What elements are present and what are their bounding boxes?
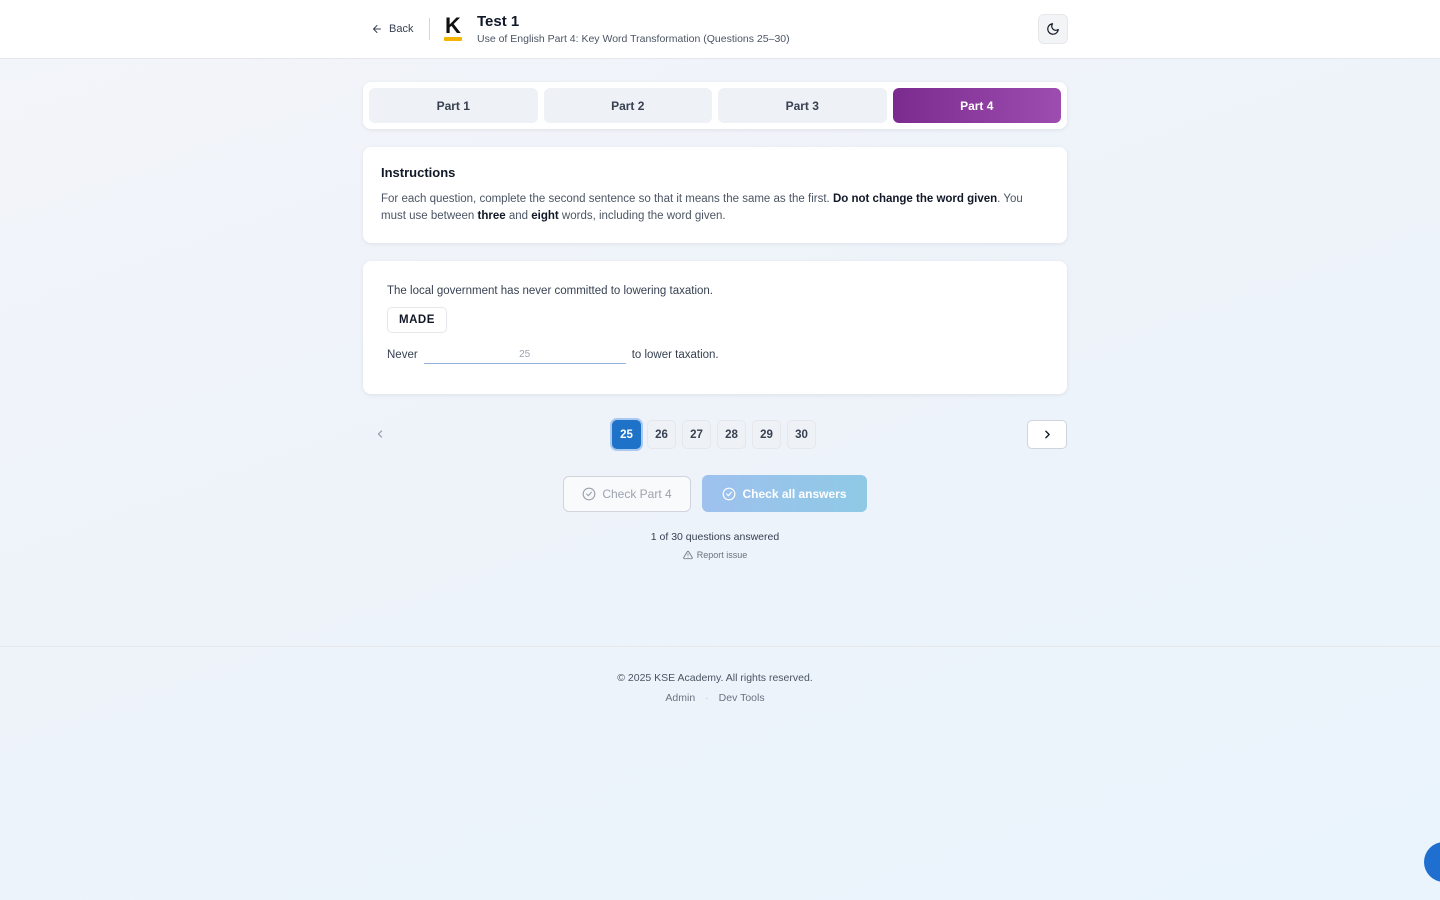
footer-copyright: © 2025 KSE Academy. All rights reserved. bbox=[617, 672, 813, 684]
next-question-button[interactable] bbox=[1027, 420, 1067, 449]
footer-separator: · bbox=[705, 692, 709, 704]
answer-line: Never to lower taxation. bbox=[387, 345, 1043, 364]
logo-letter: K bbox=[445, 13, 461, 38]
original-sentence: The local government has never committed… bbox=[387, 285, 713, 297]
tab-part-1[interactable]: Part 1 bbox=[369, 88, 538, 123]
instructions-bold-3: eight bbox=[531, 210, 559, 222]
chat-widget-button[interactable] bbox=[1424, 842, 1440, 882]
warning-triangle-icon bbox=[682, 550, 693, 560]
back-button[interactable]: Back bbox=[371, 20, 413, 38]
sentence-prefix: Never bbox=[387, 348, 418, 361]
footer-links: Admin · Dev Tools bbox=[0, 692, 1430, 704]
question-card: The local government has never committed… bbox=[363, 261, 1067, 394]
sentence-suffix: to lower taxation. bbox=[631, 348, 719, 361]
footer-divider bbox=[0, 646, 1440, 647]
header-divider bbox=[429, 18, 430, 40]
prev-question-button[interactable] bbox=[365, 420, 395, 448]
page-title: Test 1 bbox=[477, 13, 520, 30]
page-button-30[interactable]: 30 bbox=[787, 420, 816, 449]
page-subtitle: Use of English Part 4: Key Word Transfor… bbox=[477, 33, 790, 45]
instructions-text-3: and bbox=[505, 210, 532, 222]
progress-status: 1 of 30 questions answered bbox=[650, 531, 780, 543]
instructions-card: Instructions For each question, complete… bbox=[363, 147, 1067, 243]
page-button-25[interactable]: 25 bbox=[612, 420, 641, 449]
answer-input[interactable] bbox=[423, 345, 626, 364]
check-circle-icon bbox=[723, 487, 736, 500]
check-circle-icon bbox=[582, 487, 596, 501]
check-all-label: Check all answers bbox=[742, 486, 847, 501]
chevron-right-icon bbox=[1044, 430, 1050, 439]
page-button-29[interactable]: 29 bbox=[752, 420, 781, 449]
instructions-text-1: For each question, complete the second s… bbox=[381, 193, 833, 205]
moon-icon bbox=[1047, 23, 1059, 35]
admin-link[interactable]: Admin bbox=[665, 692, 695, 704]
back-label: Back bbox=[389, 23, 414, 35]
keyword-badge: MADE bbox=[387, 307, 447, 333]
logo-underline bbox=[444, 37, 462, 41]
report-issue-link[interactable]: Report issue bbox=[0, 550, 1430, 560]
page-button-26[interactable]: 26 bbox=[647, 420, 676, 449]
chevron-left-icon bbox=[377, 430, 383, 438]
instructions-bold-1: Do not change the word given bbox=[832, 193, 998, 205]
check-part-button[interactable]: Check Part 4 bbox=[563, 476, 691, 512]
arrow-left-icon bbox=[373, 25, 381, 33]
page-button-28[interactable]: 28 bbox=[717, 420, 746, 449]
instructions-text-4: words, including the word given. bbox=[558, 210, 726, 222]
tab-part-2[interactable]: Part 2 bbox=[543, 88, 712, 123]
check-part-label: Check Part 4 bbox=[602, 487, 672, 501]
instructions-text: For each question, complete the second s… bbox=[381, 191, 1049, 225]
instructions-heading: Instructions bbox=[381, 165, 456, 180]
part-tabs: Part 1 Part 2 Part 3 Part 4 bbox=[363, 82, 1067, 129]
title-block: Test 1 Use of English Part 4: Key Word T… bbox=[477, 13, 790, 45]
tab-part-3[interactable]: Part 3 bbox=[718, 88, 887, 123]
report-issue-label: Report issue bbox=[696, 550, 748, 560]
tab-part-4[interactable]: Part 4 bbox=[892, 88, 1061, 123]
question-pager: 25 26 27 28 29 30 bbox=[612, 420, 816, 449]
check-all-button[interactable]: Check all answers bbox=[702, 475, 867, 512]
theme-toggle-button[interactable] bbox=[1038, 14, 1068, 44]
kse-logo: K bbox=[442, 13, 464, 42]
page-button-27[interactable]: 27 bbox=[682, 420, 711, 449]
instructions-bold-2: three bbox=[477, 210, 506, 222]
dev-tools-link[interactable]: Dev Tools bbox=[719, 692, 765, 704]
top-header: Back K Test 1 Use of English Part 4: Key… bbox=[0, 0, 1440, 59]
